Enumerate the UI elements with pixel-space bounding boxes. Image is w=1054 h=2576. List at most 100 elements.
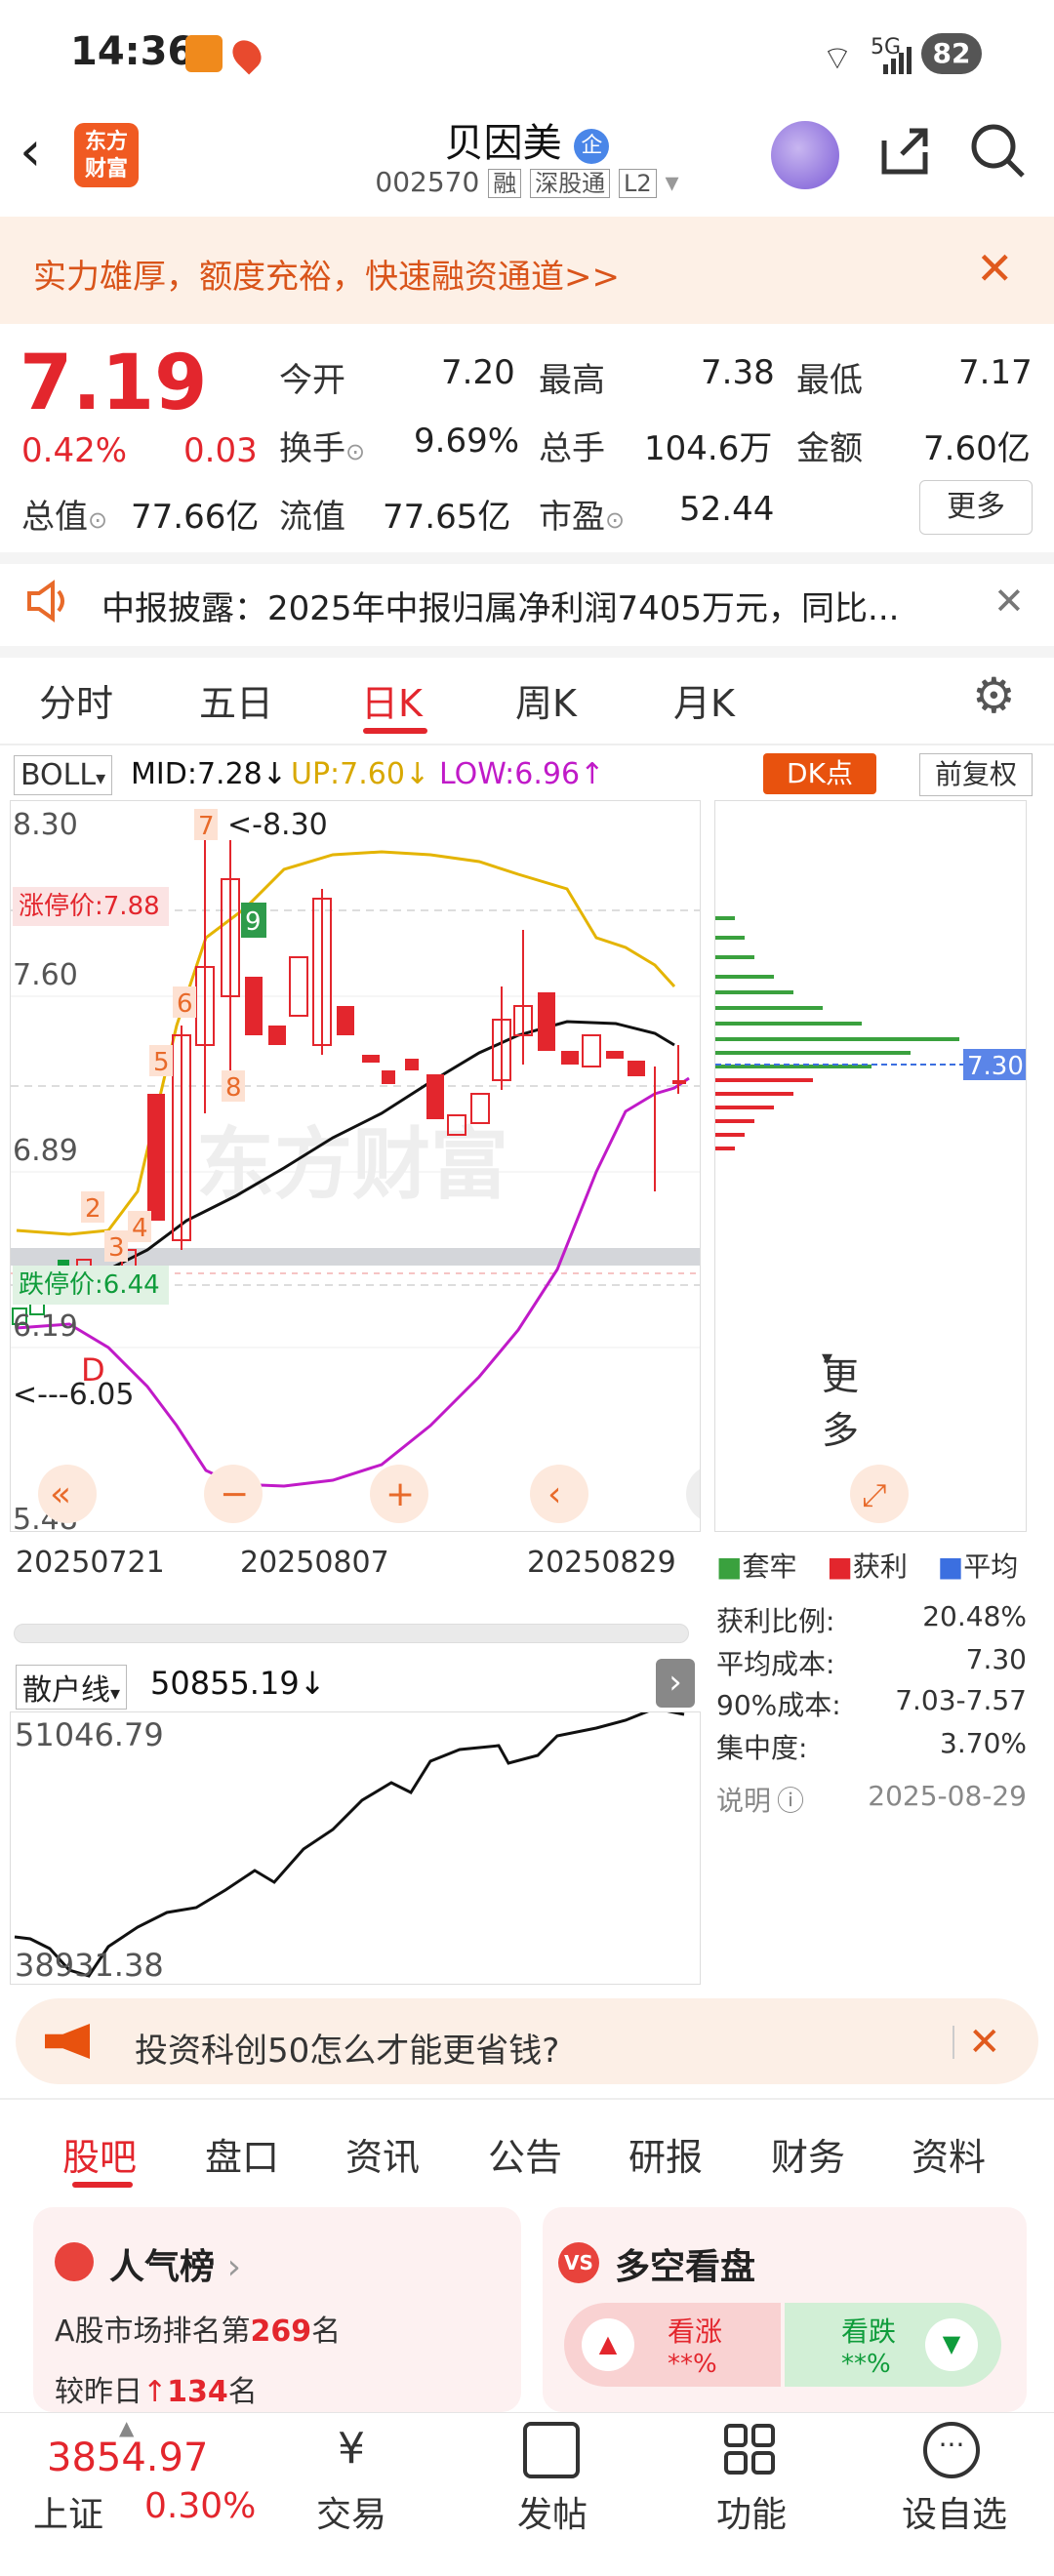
- close-icon[interactable]: ✕: [968, 2020, 1001, 2065]
- close-icon[interactable]: ✕: [976, 244, 1014, 293]
- stock-code: 002570: [375, 166, 480, 198]
- enterprise-badge: 企: [574, 129, 610, 164]
- info-icon[interactable]: ⊙: [88, 506, 107, 534]
- tab-news[interactable]: 资讯: [345, 2127, 420, 2181]
- dk-button[interactable]: DK点: [763, 753, 876, 794]
- avg-cost-tag: 7.30: [967, 1052, 1024, 1081]
- section-divider: [0, 2098, 1054, 2100]
- map-pin-icon: [226, 34, 267, 75]
- margin-banner-text: 实力雄厚，额度充裕，快速融资通道>>: [33, 258, 620, 297]
- svg-text:4: 4: [132, 1214, 148, 1243]
- boll-up: UP:7.60↓: [291, 757, 430, 791]
- tab-intraday[interactable]: 分时: [39, 673, 113, 727]
- float-cap-value: 77.65亿: [383, 498, 511, 537]
- tab-research[interactable]: 研报: [628, 2127, 703, 2181]
- tab-monthly-k[interactable]: 月K: [673, 673, 735, 727]
- tab-daily-k[interactable]: 日K: [361, 673, 423, 727]
- chip-distribution: 7.30 ⤢: [714, 800, 1027, 1532]
- tab-active-underline: [72, 2182, 133, 2188]
- boll-low: LOW:6.96↑: [439, 757, 605, 791]
- trade-button[interactable]: 交易: [312, 2486, 390, 2537]
- tab-announcement[interactable]: 公告: [488, 2127, 562, 2181]
- x-tick-mid: 20250807: [240, 1546, 389, 1580]
- chevron-right-icon[interactable]: ›: [656, 1659, 695, 1708]
- search-icon[interactable]: [968, 121, 1029, 181]
- more-dots-icon: ···: [923, 2422, 980, 2478]
- volume-label: 总手: [539, 429, 605, 468]
- svg-text:3: 3: [108, 1233, 125, 1263]
- turnover-value: 9.69%: [414, 422, 520, 461]
- y-tick-619: 6.19: [13, 1309, 78, 1344]
- amount-value: 7.60亿: [923, 429, 1031, 468]
- retail-line-chart[interactable]: 51046.79 38931.38: [10, 1707, 701, 1985]
- limit-up-label: 涨停价:7.88: [19, 892, 160, 921]
- index-pct: 0.30%: [144, 2486, 257, 2526]
- svg-text:−: −: [220, 1474, 249, 1514]
- adjust-button[interactable]: 前复权: [919, 753, 1033, 796]
- open-value: 7.20: [441, 353, 515, 392]
- close-icon[interactable]: ✕: [993, 580, 1025, 623]
- limit-down-label: 跌停价:6.44: [19, 1270, 160, 1300]
- y-tick-760: 7.60: [13, 958, 78, 992]
- tab-finance[interactable]: 财务: [771, 2127, 845, 2181]
- functions-button[interactable]: 功能: [712, 2486, 790, 2537]
- status-bar: 14:36 ⌔ 5G 82: [0, 0, 1054, 109]
- more-button[interactable]: 更多: [919, 480, 1033, 535]
- tab-five-day[interactable]: 五日: [199, 673, 273, 727]
- svg-text:5: 5: [153, 1048, 170, 1077]
- current-price: 7.19: [20, 340, 208, 427]
- grid-apps-icon: [724, 2424, 777, 2476]
- indicator-selector[interactable]: BOLL▾: [14, 755, 113, 795]
- index-value[interactable]: 3854.97: [47, 2435, 208, 2480]
- bull-bear-title: 多空看盘: [615, 2247, 756, 2287]
- pe-value: 52.44: [679, 490, 775, 529]
- info-icon[interactable]: ⊙: [345, 438, 365, 465]
- post-button[interactable]: 发帖: [513, 2486, 591, 2537]
- info-icon[interactable]: ⊙: [605, 506, 625, 534]
- svg-text:⤢: ⤢: [862, 1476, 887, 1513]
- tab-active-underline: [363, 728, 427, 734]
- ad-separator: [953, 2026, 954, 2059]
- price-pct: 0.42%: [21, 431, 128, 470]
- invest-ad-text: 投资科创50怎么才能更省钱?: [135, 2032, 560, 2071]
- tag-margin: 融: [488, 169, 522, 198]
- amount-label: 金额: [796, 429, 863, 468]
- chart-scroll-bar[interactable]: [14, 1624, 689, 1643]
- boll-mid: MID:7.28↓: [131, 757, 287, 791]
- tab-order-book[interactable]: 盘口: [205, 2127, 279, 2181]
- retail-indicator-selector[interactable]: 散户线▾: [16, 1665, 128, 1710]
- section-divider: [0, 552, 1054, 564]
- kline-chart[interactable]: 东方财富 2 3 4 5 6 7 8 9 D 8.30 7.60 6.89 6.…: [10, 800, 745, 1537]
- max-price-label: <-8.30: [227, 808, 328, 842]
- retail-value: 50855.19↓: [150, 1665, 326, 1702]
- vs-icon: VS: [558, 2242, 599, 2283]
- notice-text[interactable]: 中报披露：2025年中报归属净利润7405万元，同比...: [101, 582, 899, 629]
- assistant-avatar[interactable]: [771, 121, 839, 189]
- share-icon[interactable]: [874, 121, 935, 181]
- add-watchlist-button[interactable]: 设自选: [896, 2486, 1013, 2537]
- volume-value: 104.6万: [644, 429, 773, 468]
- retail-high: 51046.79: [15, 1716, 164, 1753]
- svg-text:7: 7: [198, 812, 215, 841]
- open-label: 今开: [279, 361, 345, 400]
- y-tick-689: 6.89: [13, 1134, 78, 1168]
- chip-note-row[interactable]: 说明 ⓘ 2025-08-29: [716, 1780, 1027, 1819]
- chevron-down-icon: ▾: [665, 166, 679, 198]
- pe-label: 市盈⊙: [539, 498, 626, 537]
- y-tick-830: 8.30: [13, 808, 78, 842]
- svg-text:+: +: [385, 1474, 415, 1514]
- section-divider: [0, 646, 1054, 658]
- index-name: 上证: [33, 2495, 104, 2535]
- low-label: 最低: [796, 361, 863, 400]
- chip-svg: 7.30 ⤢: [715, 916, 1026, 1523]
- tab-weekly-k[interactable]: 周K: [515, 673, 577, 727]
- float-cap-label: 流值: [279, 498, 345, 537]
- turnover-label: 换手⊙: [279, 429, 366, 468]
- market-cap-label: 总值⊙: [21, 498, 108, 537]
- svg-text:9: 9: [245, 907, 262, 937]
- svg-text:8: 8: [225, 1073, 242, 1103]
- tab-profile[interactable]: 资料: [912, 2127, 986, 2181]
- gear-icon[interactable]: ⚙: [972, 667, 1016, 724]
- tab-forum[interactable]: 股吧: [62, 2127, 137, 2181]
- x-tick-end: 20250829: [527, 1546, 676, 1580]
